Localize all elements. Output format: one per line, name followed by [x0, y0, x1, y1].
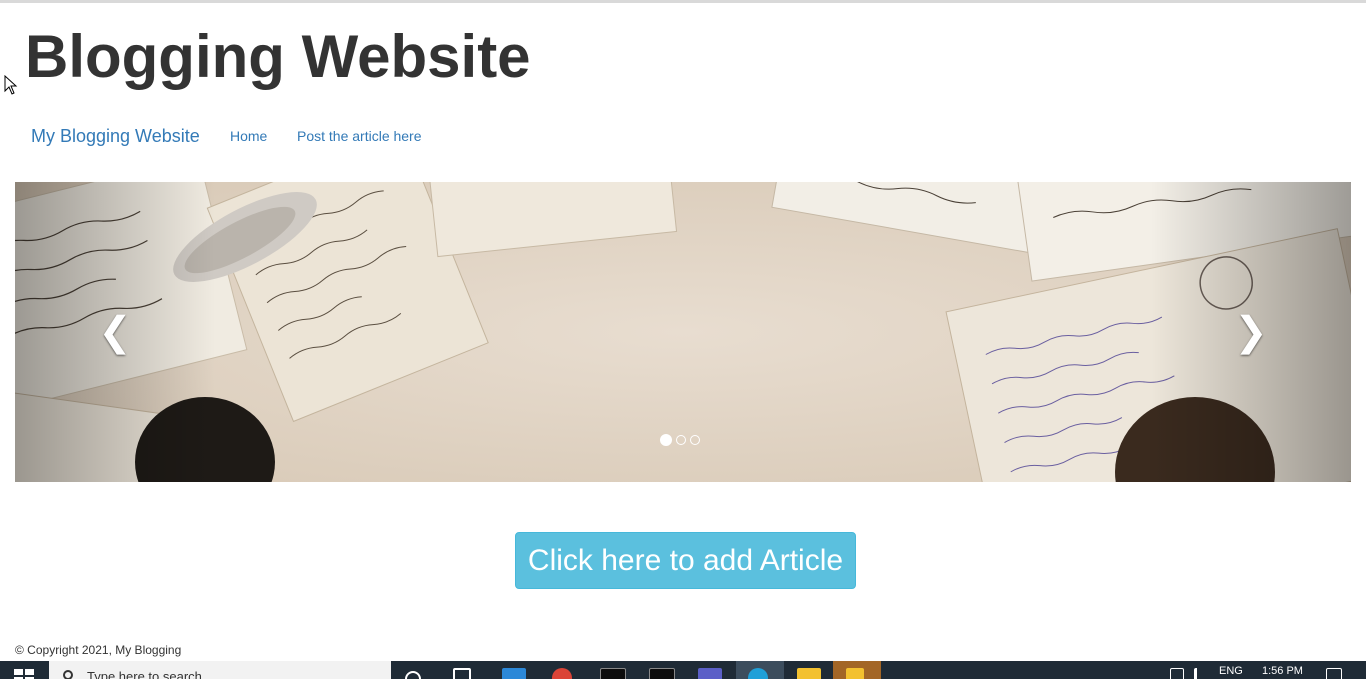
network-icon[interactable] — [1170, 668, 1184, 679]
taskbar-search-placeholder: Type here to search — [87, 669, 202, 679]
windows-start-icon[interactable] — [14, 669, 34, 679]
task-view-icon[interactable] — [453, 668, 471, 679]
taskbar-clock[interactable]: 1:56 PM — [1262, 665, 1303, 677]
folder-icon[interactable] — [846, 668, 864, 679]
carousel-indicator-3[interactable] — [690, 435, 700, 445]
mouse-cursor-icon — [4, 75, 18, 95]
notifications-icon[interactable] — [1326, 668, 1342, 679]
terminal-icon[interactable] — [600, 668, 626, 679]
add-article-button[interactable]: Click here to add Article — [515, 532, 856, 589]
volume-icon[interactable] — [1194, 668, 1206, 679]
footer-copyright: © Copyright 2021, My Blogging — [15, 643, 182, 657]
nav-link-home[interactable]: Home — [230, 128, 267, 144]
carousel-indicator-2[interactable] — [676, 435, 686, 445]
search-icon — [63, 670, 73, 679]
language-indicator[interactable]: ENG — [1219, 665, 1243, 677]
navbar-brand[interactable]: My Blogging Website — [31, 126, 200, 147]
carousel-prev-button[interactable]: ❮ — [15, 182, 215, 482]
windows-taskbar: Type here to search ENG 1:56 PM — [0, 661, 1366, 679]
carousel-indicators — [660, 434, 700, 446]
teams-icon[interactable] — [698, 668, 722, 679]
chrome-icon[interactable] — [552, 668, 572, 679]
file-explorer-icon[interactable] — [797, 668, 821, 679]
chevron-right-icon: ❯ — [1234, 310, 1268, 354]
cortana-icon[interactable] — [405, 671, 421, 679]
vscode-icon[interactable] — [502, 668, 526, 679]
page-title: Blogging Website — [25, 23, 531, 90]
chevron-left-icon: ❮ — [98, 310, 132, 354]
nav-link-post-article[interactable]: Post the article here — [297, 128, 422, 144]
carousel-next-button[interactable]: ❯ — [1151, 182, 1351, 482]
taskbar-search-box[interactable]: Type here to search — [49, 661, 391, 679]
terminal-2-icon[interactable] — [649, 668, 675, 679]
navbar: My Blogging Website Home Post the articl… — [15, 112, 615, 160]
image-carousel[interactable]: ❮ ❯ — [15, 182, 1351, 482]
browser-top-border — [0, 0, 1366, 3]
carousel-indicator-1[interactable] — [660, 434, 672, 446]
